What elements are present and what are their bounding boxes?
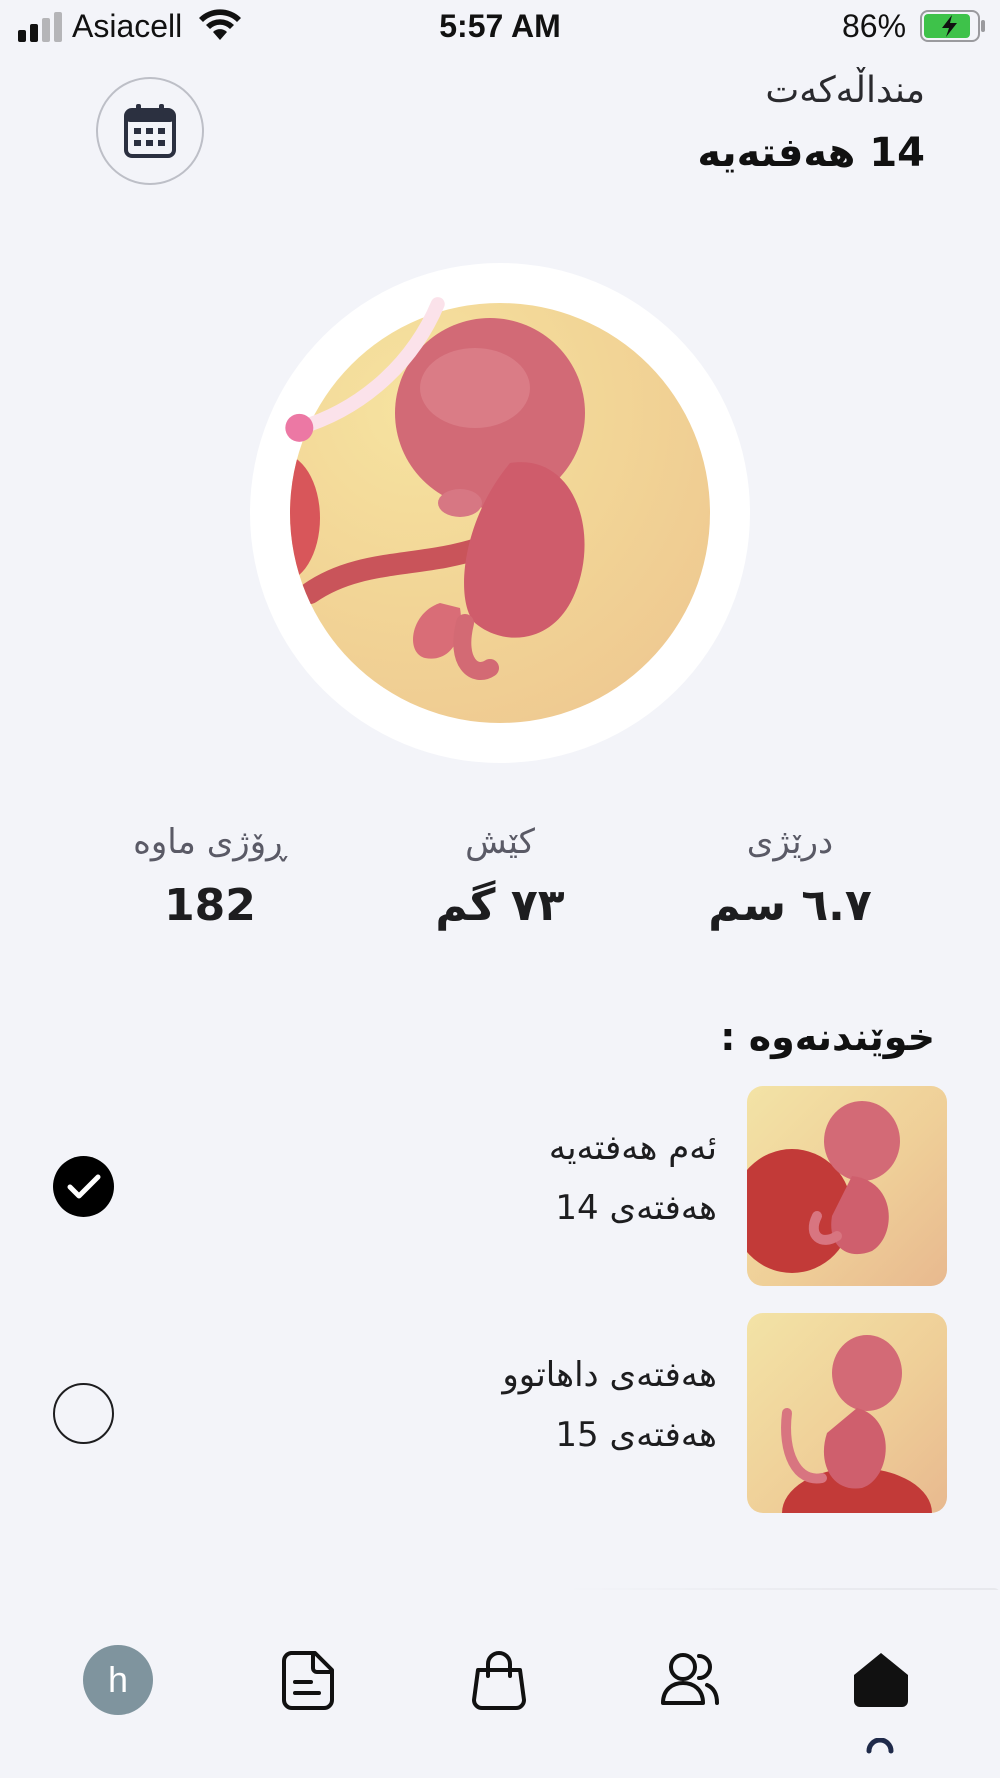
reading-thumbnail	[747, 1086, 947, 1286]
header-subtitle: منداڵەکەت	[765, 70, 925, 111]
shopping-bag-icon	[472, 1651, 526, 1710]
avatar: h	[83, 1645, 153, 1715]
calendar-icon	[124, 104, 176, 158]
reading-item-next-week[interactable]: هەفتەی داهاتوو هەفتەی 15	[0, 1313, 1000, 1513]
home-icon	[854, 1653, 908, 1707]
days-left-label: ڕۆژی ماوە	[133, 822, 287, 862]
length-value: ٦.٧ سم	[708, 880, 872, 931]
reading-thumbnail	[747, 1313, 947, 1513]
pregnancy-progress-ring	[285, 297, 445, 442]
reading-section-title: خوێندنەوە :	[720, 1015, 935, 1059]
status-bar: Asiacell 5:57 AM 86%	[0, 0, 1000, 56]
nav-profile[interactable]: h	[78, 1640, 158, 1720]
length-label: درێژی	[746, 822, 834, 862]
checkmark-icon	[67, 1174, 100, 1198]
nav-community[interactable]	[650, 1640, 730, 1720]
battery-charging-icon	[920, 10, 985, 42]
users-icon	[661, 1653, 719, 1705]
weight-label: کێش	[465, 822, 535, 862]
reading-item-title: هەفتەی داهاتوو	[502, 1355, 717, 1395]
reading-item-week: هەفتەی 14	[555, 1188, 717, 1228]
weight-value: ٧٣ گم	[435, 880, 565, 931]
reading-item-title: ئەم هەفتەیە	[548, 1128, 717, 1168]
battery-percent: 86%	[842, 8, 907, 44]
active-tab-indicator	[866, 1738, 894, 1754]
nav-home[interactable]	[841, 1640, 921, 1720]
pregnancy-week-title: 14 هەفتەیە	[697, 130, 925, 176]
nav-notes[interactable]	[268, 1640, 348, 1720]
calendar-button[interactable]	[96, 77, 204, 185]
reading-item-week: هەفتەی 15	[555, 1415, 717, 1455]
progress-knob	[285, 413, 314, 442]
document-icon	[281, 1651, 334, 1710]
checkbox-unchecked[interactable]	[53, 1383, 114, 1444]
reading-item-this-week[interactable]: ئەم هەفتەیە هەفتەی 14	[0, 1086, 1000, 1286]
checkbox-checked[interactable]	[53, 1156, 114, 1217]
days-left-value: 182	[164, 880, 256, 931]
nav-shop[interactable]	[459, 1640, 539, 1720]
